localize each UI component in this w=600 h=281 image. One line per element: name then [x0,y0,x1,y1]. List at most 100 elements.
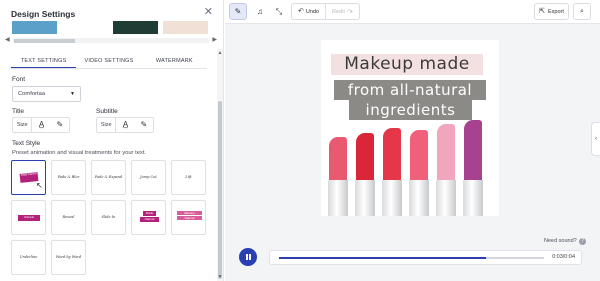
headline-line-1: Makeup made [344,54,470,74]
headline-line-3: ingredients [349,100,472,120]
redo-label: Redo [332,8,346,15]
subtitle-size-button[interactable]: Size [97,118,117,132]
color-swatch-white[interactable] [63,21,109,34]
redo-icon: ↷ [347,8,354,16]
scroll-left-icon[interactable]: ◀ [5,36,10,45]
collapse-panel-tab[interactable]: ‹ [591,122,600,156]
chevron-down-icon: ▼ [70,91,75,97]
text-style-option[interactable]: Reveal [51,200,86,235]
undo-label: Undo [305,8,319,15]
tab-watermark[interactable]: WATERMARK [142,55,207,68]
color-swatch-dark-green[interactable] [113,21,158,34]
help-icon[interactable]: ? [579,238,586,245]
highlight-pen-icon[interactable]: ✎ [135,118,153,132]
close-icon[interactable]: ✕ [204,5,213,19]
font-value: Comfortaa [18,91,46,97]
scroll-up-icon[interactable]: ▲ [217,50,223,56]
cursor-icon: ↖ [36,181,43,190]
lipstick-bullet [410,130,428,180]
pencil-icon: ✎ [234,6,242,16]
text-style-option[interactable]: Made Natural ↖ [11,160,46,195]
scroll-down-icon[interactable]: ▼ [217,274,223,280]
tab-text-settings[interactable]: TEXT SETTINGS [11,55,77,68]
text-style-description: Preset animation and visual treatments f… [12,150,147,156]
style-caption: Word by Word [55,255,82,259]
search-button[interactable]: ⌕ [573,3,591,20]
style-thumbnail: Natural [18,215,40,221]
text-style-option[interactable]: Natural [11,200,46,235]
text-style-option[interactable]: Jump Cut [131,160,166,195]
highlight-pen-icon[interactable]: ✎ [51,118,69,132]
text-style-option[interactable]: Slide In [91,200,126,235]
lipstick-bullet [437,124,455,180]
text-style-option[interactable]: Fade & Expand [91,160,126,195]
chevron-left-icon: ‹ [595,136,597,142]
video-preview[interactable]: Makeup made from all-natural ingredients [321,40,499,216]
style-caption: Slide In [101,215,116,219]
style-caption: Fade & Blur [57,175,80,179]
scroll-thumb[interactable] [218,101,222,279]
search-icon: ⌕ [580,7,584,15]
lipstick-tube [382,180,402,216]
editor-workspace: ✎ ♫ ⤡ ↶ Undo Redo ↷ ⇱ Export ⌕ Makeup ma… [225,0,600,281]
scroll-thumb[interactable] [14,38,75,43]
tab-video-settings[interactable]: VIDEO SETTINGS [76,55,141,68]
color-swatch-peach[interactable] [163,21,208,34]
progress-fill [279,257,486,259]
style-caption: Lift [185,175,192,179]
text-style-option[interactable]: Made Natural [131,200,166,235]
font-select[interactable]: Comfortaa ▼ [12,86,81,102]
resize-button[interactable]: ⤡ [270,3,288,20]
text-style-option[interactable]: Word by Word [51,240,86,275]
color-swatch-blue[interactable] [12,21,57,34]
style-thumbnail: Natural [177,216,202,220]
panel-scrollbar[interactable]: ▲ ▼ [217,49,223,281]
lipstick-tube [463,180,483,216]
music-button[interactable]: ♫ [251,3,269,20]
edit-text-button[interactable]: ✎ [229,3,247,20]
design-settings-panel: Design Settings ✕ ◀ ▶ TEXT SETTINGS VIDE… [0,0,224,281]
subtitle-label: Subtitle [96,108,118,115]
swatch-scrollbar[interactable]: ◀ ▶ [5,37,217,44]
redo-button[interactable]: Redo ↷ [329,8,353,16]
title-label: Title [12,108,25,115]
style-thumbnail: Makeup [177,211,202,215]
color-swatches [12,21,208,34]
text-style-option[interactable]: Fade & Blur [51,160,86,195]
playback-bar: 0:03/0:04 [269,250,582,265]
text-color-icon[interactable]: A̲ [116,118,134,132]
export-icon: ⇱ [539,7,545,15]
lipstick-bullet [383,128,401,180]
need-sound-link[interactable]: Need sound? [544,238,577,244]
text-color-icon[interactable]: A̲ [32,118,50,132]
title-controls: Size A̲ ✎ [12,117,70,133]
panel-header: Design Settings ✕ [11,4,217,20]
top-toolbar: ✎ ♫ ⤡ ↶ Undo Redo ↷ ⇱ Export ⌕ [225,0,600,24]
text-style-label: Text Style [12,140,41,147]
style-caption: Fade & Expand [94,175,123,179]
undo-redo-group: ↶ Undo Redo ↷ [291,3,360,20]
undo-icon: ↶ [297,7,304,15]
export-label: Export [547,8,564,15]
lipstick-tube [355,180,375,216]
lipstick-bullet [329,137,347,180]
title-size-button[interactable]: Size [13,118,33,132]
text-style-option[interactable]: Makeup Natural [171,200,206,235]
text-style-option[interactable]: Underline [11,240,46,275]
time-display: 0:03/0:04 [552,254,575,260]
style-thumbnail: Natural [140,217,159,222]
panel-title: Design Settings [11,9,76,19]
lipstick-bullet [464,120,482,180]
lipstick-tube [436,180,456,216]
progress-track[interactable] [279,257,544,259]
style-thumbnail: Made [143,211,156,216]
text-style-option[interactable]: Lift [171,160,206,195]
export-button[interactable]: ⇱ Export [534,3,569,20]
undo-button[interactable]: ↶ Undo [298,4,326,19]
scroll-right-icon[interactable]: ▶ [212,36,217,45]
resize-icon: ⤡ [275,6,283,16]
style-caption: Underline [19,255,38,259]
music-note-icon: ♫ [257,6,263,16]
pause-button[interactable] [239,248,257,266]
lipstick-tube [328,180,348,216]
